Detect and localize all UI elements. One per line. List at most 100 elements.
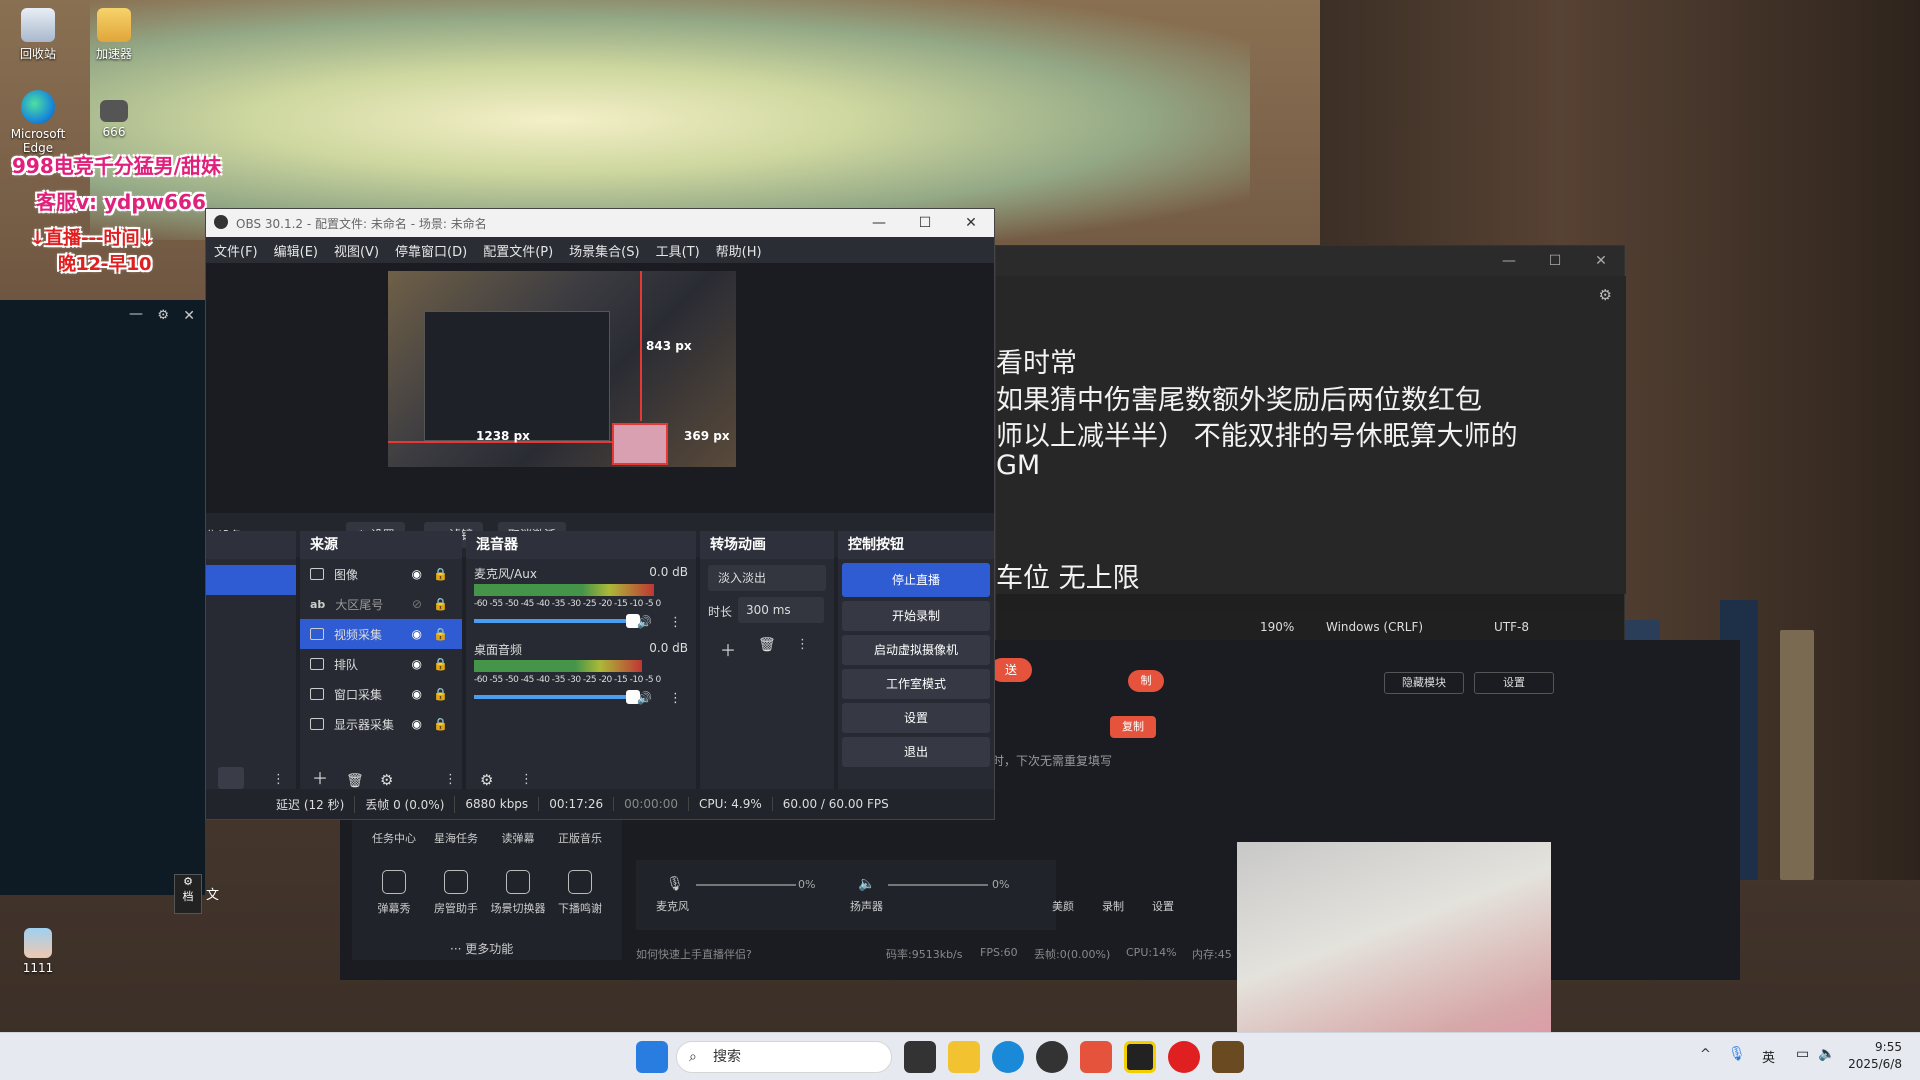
record-button[interactable]: 录制 [1102, 898, 1124, 914]
mic-icon[interactable]: 🎙 [666, 876, 684, 892]
read-danmaku-button[interactable]: 读弹幕 [488, 830, 548, 846]
gear-icon[interactable]: ⚙ [157, 308, 169, 323]
menu-scene-collection[interactable]: 场景集合(S) [561, 241, 647, 260]
send-button[interactable]: 送 [990, 658, 1032, 682]
transition-select[interactable]: 淡入淡出 [708, 565, 826, 591]
volume-slider[interactable] [474, 690, 640, 704]
more-options-icon[interactable]: ⋮ [669, 691, 682, 706]
volume-slider[interactable] [474, 614, 640, 628]
network-icon[interactable]: ▭ [1796, 1046, 1809, 1062]
stop-stream-button[interactable]: 停止直播 [842, 563, 990, 597]
scene-switcher-button[interactable]: 场景切换器 [488, 870, 548, 916]
lock-icon[interactable]: 🔒 [433, 597, 448, 611]
desktop-shortcut-1111[interactable]: 1111 [6, 928, 70, 975]
more-options-icon[interactable]: ⋮ [272, 772, 285, 787]
help-link[interactable]: 如何快速上手直播伴侣? [636, 946, 752, 962]
more-options-icon[interactable]: ⋮ [520, 772, 533, 787]
duration-input[interactable]: 300 ms [738, 597, 824, 623]
live-companion-icon[interactable] [1080, 1041, 1112, 1073]
music-button[interactable]: 正版音乐 [550, 830, 610, 846]
lock-icon[interactable]: 🔒 [433, 687, 448, 701]
visibility-eye-icon[interactable]: ◉ [412, 717, 422, 731]
menu-docks[interactable]: 停靠窗口(D) [387, 241, 475, 260]
mic-slider[interactable] [696, 884, 796, 886]
mic-icon[interactable]: 🎙 [1728, 1046, 1746, 1062]
minimize-icon[interactable]: — [129, 306, 143, 322]
add-transition-icon[interactable]: ＋ [720, 637, 736, 661]
visibility-eye-icon[interactable]: ◉ [412, 567, 422, 581]
lock-icon[interactable]: 🔒 [433, 657, 448, 671]
settings-shortcut[interactable]: ⚙ 档 [174, 874, 202, 914]
system-clock[interactable]: 9:55 2025/6/8 [1848, 1039, 1902, 1073]
source-item[interactable]: 显示器采集 ◉ 🔒 [300, 709, 462, 739]
star-task-button[interactable]: 星海任务 [426, 830, 486, 846]
minimize-icon[interactable]: — [856, 209, 902, 237]
lock-icon[interactable]: 🔒 [433, 567, 448, 581]
danmaku-show-button[interactable]: 弹幕秀 [364, 870, 424, 916]
source-item[interactable]: 图像 ◉ 🔒 [300, 559, 462, 589]
speaker-icon[interactable]: 🔊 [637, 615, 652, 629]
speaker-icon[interactable]: 🔈 [858, 876, 875, 892]
scene-item-selected[interactable] [206, 565, 296, 595]
recycle-bin-icon[interactable]: 回收站 [6, 8, 70, 62]
app-icon[interactable] [1124, 1041, 1156, 1073]
minimize-icon[interactable]: — [1486, 246, 1532, 276]
room-manager-button[interactable]: 房管助手 [426, 870, 486, 916]
menu-view[interactable]: 视图(V) [326, 241, 387, 260]
copy-button[interactable]: 制 [1128, 670, 1164, 692]
close-icon[interactable]: ✕ [1578, 246, 1624, 276]
studio-mode-button[interactable]: 工作室模式 [842, 669, 990, 699]
app-icon[interactable] [1212, 1041, 1244, 1073]
scene-filter-button[interactable] [218, 767, 244, 789]
add-source-icon[interactable]: ＋ [312, 765, 328, 789]
file-explorer-icon[interactable] [948, 1041, 980, 1073]
visibility-eye-icon[interactable]: ◉ [412, 657, 422, 671]
settings-button[interactable]: 设置 [842, 703, 990, 733]
taskbar-search[interactable]: ⌕ 搜索 [676, 1041, 892, 1073]
visibility-eye-icon[interactable]: ◉ [412, 687, 422, 701]
maximize-icon[interactable]: ☐ [902, 209, 948, 237]
source-item[interactable]: ab 大区尾号 ⊘ 🔒 [300, 589, 462, 619]
maximize-icon[interactable]: ☐ [1532, 246, 1578, 276]
edge-icon[interactable] [992, 1041, 1024, 1073]
more-features-link[interactable]: ··· 更多功能 [450, 940, 513, 957]
delete-transition-icon[interactable]: 🗑 [758, 637, 776, 653]
menu-edit[interactable]: 编辑(E) [266, 241, 326, 260]
netease-music-icon[interactable] [1168, 1041, 1200, 1073]
task-center-button[interactable]: 任务中心 [364, 830, 424, 846]
notepad-text-area[interactable]: ⚙ 看时常 如果猜中伤害尾数额外奖励后两位数红包 师以上减半半） 不能双排的号休… [996, 276, 1626, 594]
beauty-button[interactable]: 美颜 [1052, 898, 1074, 914]
hide-module-button[interactable]: 隐藏模块 [1384, 672, 1464, 694]
preview-canvas[interactable]: 1238 px 843 px 369 px [388, 271, 736, 467]
preview-selected-source[interactable] [612, 423, 668, 465]
settings-button[interactable]: 设置 [1152, 898, 1174, 914]
accelerator-icon[interactable]: 加速器 [82, 8, 146, 62]
mixer-settings-icon[interactable]: ⚙ [480, 771, 493, 789]
close-icon[interactable]: ✕ [183, 308, 195, 324]
start-button[interactable] [636, 1041, 668, 1073]
source-item[interactable]: 排队 ◉ 🔒 [300, 649, 462, 679]
lock-icon[interactable]: 🔒 [433, 627, 448, 641]
delete-source-icon[interactable]: 🗑 [346, 773, 364, 789]
more-options-icon[interactable]: ⋮ [796, 637, 809, 652]
obs-preview-area[interactable]: 1238 px 843 px 369 px [206, 263, 994, 513]
menu-profile[interactable]: 配置文件(P) [475, 241, 561, 260]
chevron-up-icon[interactable]: ^ [1700, 1047, 1711, 1062]
ime-indicator[interactable]: 英 [1762, 1047, 1775, 1066]
settings-button[interactable]: 设置 [1474, 672, 1554, 694]
obs-icon[interactable] [1036, 1041, 1068, 1073]
more-options-icon[interactable]: ⋮ [444, 772, 457, 787]
thanks-button[interactable]: 下播鸣谢 [550, 870, 610, 916]
close-icon[interactable]: ✕ [948, 209, 994, 237]
desktop-shortcut-666[interactable]: 666 [82, 100, 146, 139]
gear-icon[interactable]: ⚙ [1599, 286, 1612, 304]
exit-button[interactable]: 退出 [842, 737, 990, 767]
visibility-hidden-icon[interactable]: ⊘ [412, 597, 422, 611]
speaker-icon[interactable]: 🔊 [637, 691, 652, 705]
volume-icon[interactable]: 🔈 [1818, 1046, 1835, 1062]
speaker-slider[interactable] [888, 884, 988, 886]
menu-file[interactable]: 文件(F) [206, 241, 266, 260]
lock-icon[interactable]: 🔒 [433, 717, 448, 731]
edge-desktop-icon[interactable]: Microsoft Edge [6, 90, 70, 155]
source-item-selected[interactable]: 视频采集 ◉ 🔒 [300, 619, 462, 649]
